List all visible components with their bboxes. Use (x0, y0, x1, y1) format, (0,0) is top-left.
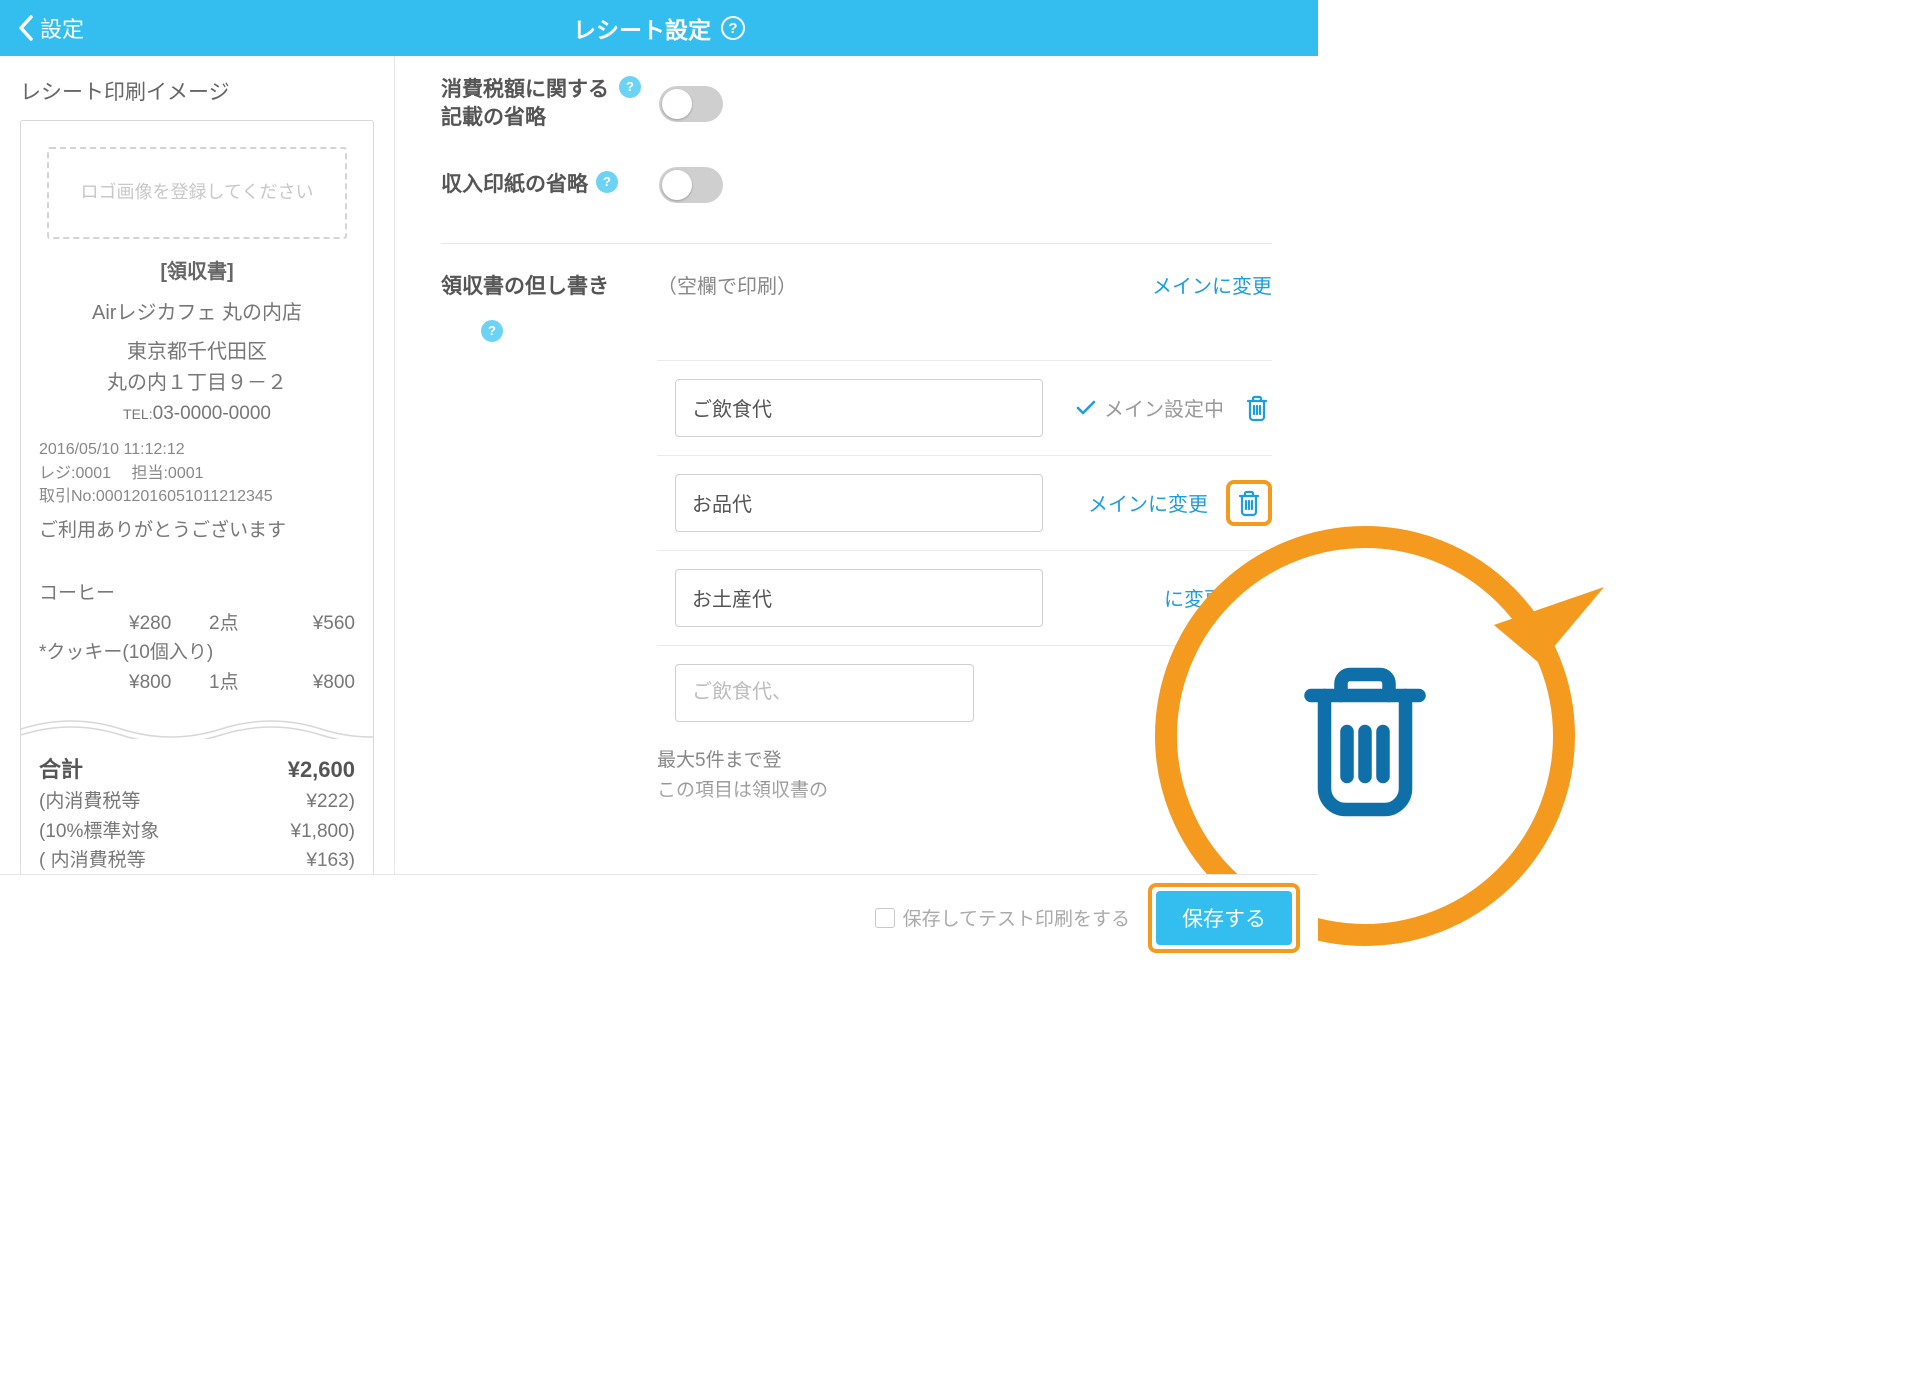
back-label: 設定 (40, 12, 84, 44)
proviso-row: に変更 (441, 569, 1272, 627)
help-icon[interactable]: ? (596, 171, 618, 193)
proviso-row: メイン設定中 (441, 379, 1272, 437)
shop-addr1: 東京都千代田区 (39, 337, 355, 368)
preview-title: レシート印刷イメージ (20, 76, 374, 106)
toggle-stamp-omit[interactable] (659, 167, 723, 203)
proviso-section: 領収書の但し書き （空欄で印刷） メインに変更 ? メイン設定中 (395, 244, 1318, 807)
receipt-preview: ロゴ画像を登録してください [領収書] Airレジカフェ 丸の内店 東京都千代田… (20, 120, 374, 940)
help-icon[interactable]: ? (619, 76, 641, 98)
setting-label: 消費税額に関する記載の省略 (441, 76, 611, 133)
help-icon[interactable]: ? (481, 320, 503, 342)
proviso-input[interactable] (675, 569, 1043, 627)
setting-stamp-omit: 収入印紙の省略? (395, 147, 1318, 217)
help-icon[interactable]: ? (721, 16, 745, 40)
logo-placeholder[interactable]: ロゴ画像を登録してください (47, 147, 347, 239)
toggle-tax-omit[interactable] (659, 86, 723, 122)
trash-icon (1236, 489, 1262, 517)
proviso-input-new[interactable] (675, 664, 974, 722)
page-title: レシート設定 ? (0, 11, 1318, 45)
footer-bar: 保存してテスト印刷をする 保存する (0, 874, 1318, 960)
delete-button[interactable] (1242, 393, 1272, 423)
trash-icon (1244, 394, 1270, 422)
proviso-input[interactable] (675, 379, 1043, 437)
check-icon (1076, 400, 1096, 416)
main-status: メイン設定中 (1076, 393, 1224, 422)
receipt-meta: 2016/05/10 11:12:12 レジ:0001 担当:0001 取引No… (39, 438, 355, 508)
test-print-checkbox[interactable]: 保存してテスト印刷をする (875, 904, 1130, 931)
highlight-box: 保存する (1148, 883, 1300, 953)
receipt-items: コーヒー ¥2802点¥560 *クッキー(10個入り) ¥8001点¥800 (39, 579, 355, 697)
change-main-link[interactable]: メインに変更 (1152, 270, 1272, 299)
receipt-preview-pane: レシート印刷イメージ ロゴ画像を登録してください [領収書] Airレジカフェ … (0, 56, 395, 960)
shop-addr2: 丸の内１丁目９－２ (39, 368, 355, 399)
proviso-title: 領収書の但し書き (441, 270, 657, 300)
settings-pane: 消費税額に関する記載の省略? 収入印紙の省略? 領収書の但し書き （空欄で印刷）… (395, 56, 1318, 960)
shop-tel: TEL:03-0000-0000 (39, 399, 355, 428)
set-main-link[interactable]: に変更 (1164, 583, 1224, 612)
delete-button[interactable] (1242, 583, 1272, 613)
trash-icon (1244, 584, 1270, 612)
checkbox-icon (875, 908, 895, 928)
proviso-row: メインに変更 (441, 474, 1272, 532)
highlight-box (1226, 480, 1272, 526)
setting-label: 収入印紙の省略 (441, 171, 588, 199)
proviso-blank-label: （空欄で印刷） (657, 270, 797, 299)
delete-button[interactable] (1234, 488, 1264, 518)
receipt-heading: [領収書] (39, 257, 355, 288)
receipt-tear-icon (21, 715, 373, 739)
shop-name: Airレジカフェ 丸の内店 (39, 298, 355, 329)
setting-tax-omit: 消費税額に関する記載の省略? (395, 56, 1318, 147)
chevron-left-icon (18, 15, 34, 41)
proviso-note: 最大5件まで登 この項目は領収書の (657, 746, 1272, 807)
proviso-row-new (441, 664, 1272, 722)
save-button[interactable]: 保存する (1156, 891, 1292, 945)
proviso-input[interactable] (675, 474, 1043, 532)
back-button[interactable]: 設定 (0, 12, 102, 44)
set-main-link[interactable]: メインに変更 (1088, 488, 1208, 517)
app-header: 設定 レシート設定 ? (0, 0, 1318, 56)
thanks-line: ご利用ありがとうございます (39, 516, 355, 545)
